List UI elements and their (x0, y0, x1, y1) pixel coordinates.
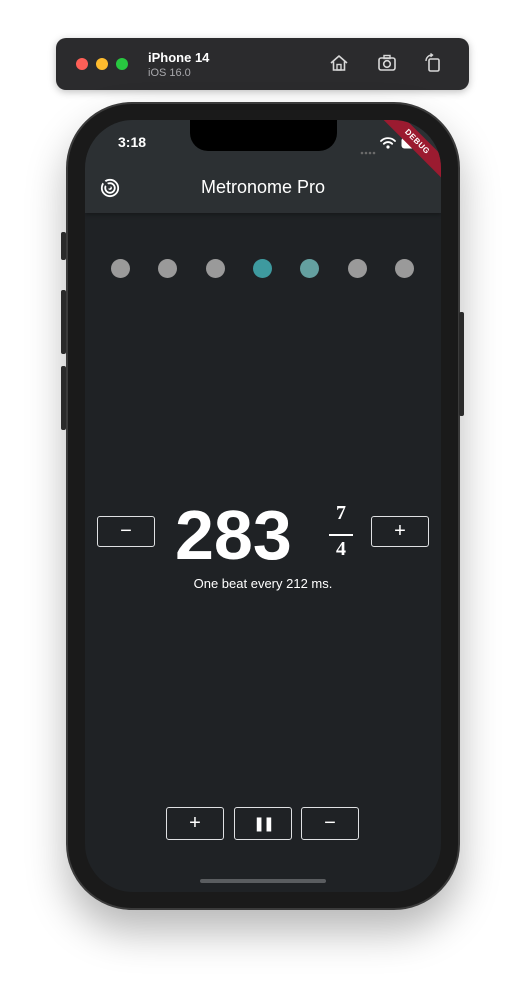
remove-beat-button[interactable]: − (301, 807, 359, 840)
status-time: 3:18 (118, 134, 147, 150)
beat-dot (158, 259, 177, 278)
volume-down-button (61, 366, 66, 430)
close-window-button[interactable] (76, 58, 88, 70)
increase-tempo-button[interactable]: + (371, 516, 429, 547)
time-signature-numerator[interactable]: 7 (329, 502, 353, 525)
decrease-tempo-button[interactable]: − (97, 516, 155, 547)
beat-dot (348, 259, 367, 278)
time-signature-divider (329, 534, 353, 536)
beat-dot (300, 259, 319, 278)
signal-icon (360, 143, 378, 161)
pause-button[interactable]: ❚❚ (234, 807, 292, 840)
simulator-toolbar: iPhone 14 iOS 16.0 (56, 38, 469, 90)
minimize-window-button[interactable] (96, 58, 108, 70)
rotate-icon[interactable] (422, 52, 444, 74)
beat-dot (111, 259, 130, 278)
action-button (61, 232, 66, 260)
bpm-value: 283 (175, 496, 292, 574)
zoom-window-button[interactable] (116, 58, 128, 70)
add-beat-button[interactable]: + (166, 807, 224, 840)
tempo-row: − 283 7 4 + (85, 500, 441, 570)
power-button (459, 312, 464, 416)
home-icon[interactable] (328, 52, 350, 74)
notch (190, 120, 337, 151)
beat-interval-text: One beat every 212 ms. (193, 576, 333, 591)
device-name: iPhone 14 (148, 50, 210, 65)
beat-dot (395, 259, 414, 278)
device-screen: Metronome Pro 3:18 DEBUG − 283 7 4 + One… (85, 120, 441, 892)
volume-up-button (61, 290, 66, 354)
beat-dot (206, 259, 225, 278)
home-indicator (200, 879, 326, 883)
time-signature-denominator[interactable]: 4 (329, 538, 353, 561)
wifi-icon (380, 136, 396, 154)
screenshot-icon[interactable] (376, 52, 398, 74)
app-title: Metronome Pro (200, 177, 326, 197)
beat-dot (253, 259, 272, 278)
os-version: iOS 16.0 (148, 67, 191, 79)
